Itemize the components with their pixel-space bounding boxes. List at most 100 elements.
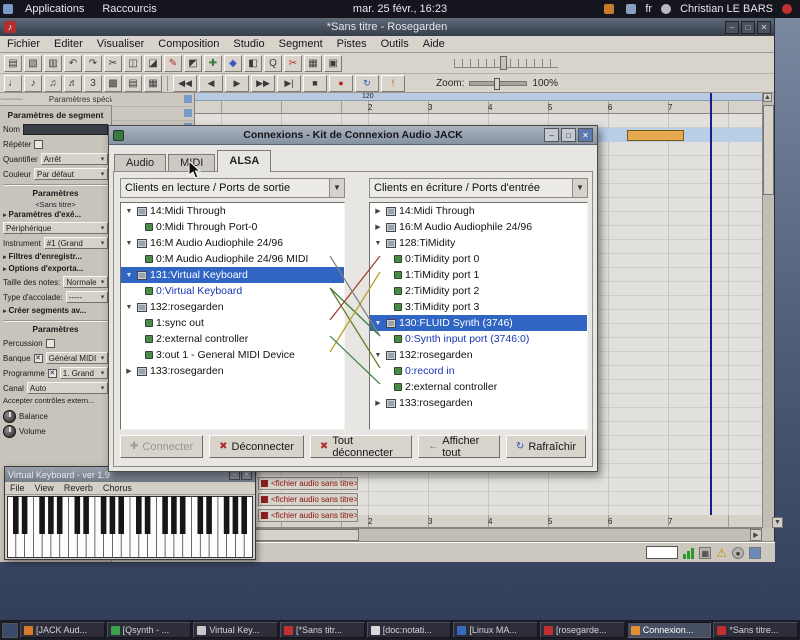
taskbar-item[interactable]: *Sans titre... — [713, 622, 798, 638]
toolbar-copy-icon[interactable]: ◫ — [124, 55, 142, 72]
section-creer-segments[interactable]: ▸Créer segments av... — [3, 305, 108, 317]
horizontal-scrollbar[interactable]: ◀ ▶ — [195, 528, 762, 541]
couleur-combo[interactable]: Par défaut▾ — [34, 168, 108, 180]
toolbar-note-sixteenth-icon[interactable]: ♬ — [64, 75, 82, 92]
toolbar-forward-to-end-icon[interactable]: ▶| — [277, 75, 301, 92]
vkeybd-menu-view[interactable]: View — [35, 483, 54, 493]
writable-tree-item[interactable]: ▼132:rosegarden — [370, 347, 587, 363]
taskbar-item[interactable]: [rosegarde... — [540, 622, 625, 638]
panel-menu-raccourcis[interactable]: Raccourcis — [93, 0, 165, 18]
tab-audio[interactable]: Audio — [114, 154, 166, 172]
writable-tree-item[interactable]: 2:external controller — [370, 379, 587, 395]
readable-tree-item[interactable]: 0:M Audio Audiophile 24/96 MIDI — [121, 251, 344, 267]
writable-tree-item[interactable]: ▶133:rosegarden — [370, 395, 587, 411]
toolbar-rewind-icon[interactable]: ◀ — [199, 75, 223, 92]
disconnect-all-button[interactable]: ✖Tout déconnecter — [310, 435, 412, 458]
maximize-button[interactable]: □ — [741, 21, 755, 34]
readable-tree-item[interactable]: ▼131:Virtual Keyboard — [121, 267, 344, 283]
dialog-minimize-button[interactable]: – — [544, 128, 559, 142]
toolbar-erase-icon[interactable]: ◩ — [184, 55, 202, 72]
toolbar-fast-forward-icon[interactable]: ▶▶ — [251, 75, 275, 92]
toolbar-undo-icon[interactable]: ↶ — [64, 55, 82, 72]
toolbar-note-eighth-icon[interactable]: ♪ — [24, 75, 42, 92]
piano-keyboard[interactable] — [5, 495, 255, 564]
writable-tree-item[interactable]: 0:record in — [370, 363, 587, 379]
readable-tree-item[interactable]: 1:sync out — [121, 315, 344, 331]
rosegarden-titlebar[interactable]: ♪ *Sans titre - Rosegarden – □ ✕ — [0, 18, 774, 36]
bar-ruler-top[interactable]: 234567 — [195, 101, 762, 114]
expander-open-icon[interactable]: ▼ — [373, 240, 383, 247]
section-execution[interactable]: ▸Paramètres d'exé... — [3, 209, 108, 221]
toolbar-redo-icon[interactable]: ↷ — [84, 55, 102, 72]
writable-tree-item[interactable]: 1:TiMidity port 1 — [370, 267, 587, 283]
banque-combo[interactable]: Général MIDI▾ — [46, 352, 108, 364]
toolbar-loop-icon[interactable]: ↻ — [355, 75, 379, 92]
refresh-button[interactable]: ↻Rafraîchir — [506, 435, 586, 458]
readable-tree-item[interactable]: ▼14:Midi Through — [121, 203, 344, 219]
toolbar-print-icon[interactable]: ▥ — [44, 55, 62, 72]
volume-icon[interactable] — [626, 4, 636, 14]
writable-ports-tree[interactable]: ▶14:Midi Through▶16:M Audio Audiophile 2… — [369, 202, 588, 430]
dialog-maximize-button[interactable]: □ — [561, 128, 576, 142]
section-filtres[interactable]: ▸Filtres d'enregistr... — [3, 251, 108, 263]
show-all-button[interactable]: ←Afficher tout — [418, 435, 500, 458]
expander-open-icon[interactable]: ▼ — [124, 208, 134, 215]
expander-open-icon[interactable]: ▼ — [124, 304, 134, 311]
close-button[interactable]: ✕ — [757, 21, 771, 34]
toolbar-cut-icon[interactable]: ✂ — [104, 55, 122, 72]
metronome-icon[interactable]: ▦ — [699, 547, 711, 559]
readable-clients-combo[interactable]: Clients en lecture / Ports de sortie ▼ — [120, 178, 345, 198]
toolbar-matrix-icon[interactable]: ▦ — [304, 55, 322, 72]
zoom-handle[interactable] — [494, 78, 500, 90]
toolbar-resize-icon[interactable]: ◆ — [224, 55, 242, 72]
vertical-scroll-thumb[interactable] — [763, 105, 774, 195]
canal-combo[interactable]: Auto▾ — [27, 382, 108, 394]
virtual-keyboard-window[interactable]: Virtual Keyboard - ver 1.9 – ✕ FileViewR… — [4, 466, 256, 560]
menu-segment[interactable]: Segment — [272, 36, 330, 53]
readable-tree-item[interactable]: 2:external controller — [121, 331, 344, 347]
scroll-down-icon[interactable]: ▼ — [772, 517, 783, 528]
toolbar-new-file-icon[interactable]: ▤ — [4, 55, 22, 72]
piano-keys[interactable] — [7, 496, 253, 558]
audio-segment[interactable]: <fichier audio sans titre> — [258, 493, 358, 506]
menu-pistes[interactable]: Pistes — [330, 36, 374, 53]
readable-ports-tree[interactable]: ▼14:Midi Through0:Midi Through Port-0▼16… — [120, 202, 345, 430]
disconnect-button[interactable]: ✖Déconnecter — [209, 435, 304, 458]
balance-knob[interactable] — [3, 410, 16, 423]
expander-open-icon[interactable]: ▼ — [124, 240, 134, 247]
instrument-combo[interactable]: #1 (Grand▾ — [44, 237, 108, 249]
toolbar-note-quarter-icon[interactable]: ♩ — [4, 75, 22, 92]
readable-tree-item[interactable]: 3:out 1 - General MIDI Device — [121, 347, 344, 363]
toolbar-play-icon[interactable]: ▶ — [225, 75, 249, 92]
toolbar-triplet-icon[interactable]: 3 — [84, 75, 102, 92]
toolbar-record-icon[interactable]: ● — [329, 75, 353, 92]
writable-tree-item[interactable]: 3:TiMidity port 3 — [370, 299, 587, 315]
audio-segment[interactable]: <fichier audio sans titre> — [258, 509, 358, 522]
tab-alsa[interactable]: ALSA — [217, 150, 271, 172]
peripherique-combo[interactable]: Périphérique▾ — [3, 222, 108, 234]
readable-tree-item[interactable]: ▼132:rosegarden — [121, 299, 344, 315]
dialog-titlebar[interactable]: Connexions - Kit de Connexion Audio JACK… — [109, 126, 597, 145]
programme-combo[interactable]: 1. Grand▾ — [60, 367, 108, 379]
show-desktop-icon[interactable] — [2, 623, 18, 638]
tempo-ruler[interactable]: 120 — [195, 93, 762, 101]
readable-tree-item[interactable]: ▼16:M Audio Audiophile 24/96 — [121, 235, 344, 251]
scroll-up-icon[interactable]: ▲ — [763, 93, 772, 102]
notification-icon[interactable] — [604, 4, 614, 14]
toolbar-move-icon[interactable]: ✚ — [204, 55, 222, 72]
toolbar-panic-icon[interactable]: ! — [381, 75, 405, 92]
taskbar-item[interactable]: [doc:notati... — [367, 622, 452, 638]
quantifier-combo[interactable]: Arrêt▾ — [41, 153, 108, 165]
expander-closed-icon[interactable]: ▶ — [373, 399, 383, 407]
menu-composition[interactable]: Composition — [151, 36, 226, 53]
expander-open-icon[interactable]: ▼ — [373, 320, 383, 327]
readable-tree-item[interactable]: 0:Midi Through Port-0 — [121, 219, 344, 235]
writable-clients-combo[interactable]: Clients en écriture / Ports d'entrée ▼ — [369, 178, 588, 198]
scroll-right-icon[interactable]: ▶ — [750, 529, 762, 541]
repeter-checkbox[interactable] — [34, 140, 43, 149]
menu-editer[interactable]: Editer — [47, 36, 90, 53]
panel-clock[interactable]: mar. 25 févr., 16:23 — [353, 0, 447, 18]
vertical-scrollbar[interactable]: ▲ ▼ — [762, 93, 774, 528]
toolbar-draw-icon[interactable]: ✎ — [164, 55, 182, 72]
readable-tree-item[interactable]: ▶133:rosegarden — [121, 363, 344, 379]
